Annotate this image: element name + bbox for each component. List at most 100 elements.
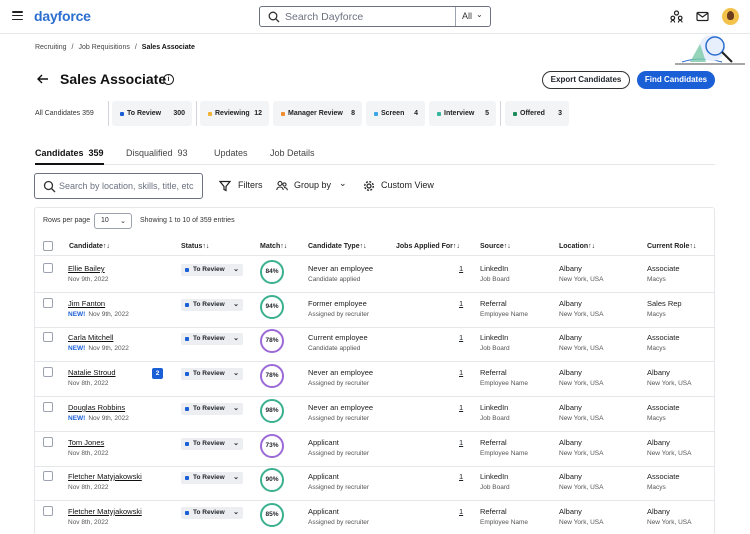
search-scope-select[interactable]: All ⌄ bbox=[455, 7, 490, 26]
candidate-name-link[interactable]: Carla Mitchell bbox=[68, 333, 113, 342]
jobs-applied-link[interactable]: 1 bbox=[459, 507, 463, 516]
jobs-applied-link[interactable]: 1 bbox=[459, 472, 463, 481]
mail-icon[interactable] bbox=[696, 10, 709, 23]
jobs-applied-link[interactable]: 1 bbox=[459, 438, 463, 447]
chevron-down-icon: ⌄ bbox=[233, 301, 239, 308]
tab-count: 359 bbox=[88, 148, 104, 158]
app-logo[interactable]: dayforce bbox=[34, 8, 91, 24]
candidate-name-link[interactable]: Fletcher Matyjakowski bbox=[68, 472, 142, 481]
select-all-checkbox[interactable] bbox=[43, 241, 53, 251]
back-arrow-icon[interactable] bbox=[37, 74, 49, 84]
filters-button[interactable]: Filters bbox=[238, 180, 263, 190]
source-sub: Job Board bbox=[480, 345, 510, 352]
table-row[interactable]: Tom Jones Nov 8th, 2022 To Review ⌄ 73% … bbox=[35, 432, 714, 467]
group-by-button[interactable]: Group by bbox=[294, 180, 331, 190]
sort-icon: ↑↓ bbox=[588, 243, 596, 250]
org-chart-icon[interactable] bbox=[670, 10, 683, 23]
row-checkbox[interactable] bbox=[43, 437, 53, 447]
row-checkbox[interactable] bbox=[43, 506, 53, 516]
jobs-applied-link[interactable]: 1 bbox=[459, 333, 463, 342]
status-dropdown[interactable]: To Review ⌄ bbox=[181, 299, 243, 311]
table-row[interactable]: Fletcher Matyjakowski Nov 8th, 2022 To R… bbox=[35, 501, 714, 534]
filter-icon[interactable] bbox=[219, 180, 231, 192]
tab-job-details[interactable]: Job Details bbox=[270, 148, 315, 158]
global-search-input[interactable]: Search Dayforce bbox=[285, 11, 363, 23]
candidate-search-input[interactable]: Search by location, skills, title, etc bbox=[59, 181, 194, 191]
column-header-candidate[interactable]: Candidate↑↓ bbox=[69, 243, 110, 250]
custom-view-button[interactable]: Custom View bbox=[381, 180, 434, 190]
stage-reviewing[interactable]: Reviewing 12 bbox=[200, 101, 269, 126]
source: LinkedIn bbox=[480, 333, 509, 342]
search-icon bbox=[268, 11, 280, 23]
column-header-location[interactable]: Location↑↓ bbox=[559, 243, 595, 250]
find-candidates-button[interactable]: Find Candidates bbox=[637, 71, 715, 89]
breadcrumb-job-requisitions[interactable]: Job Requisitions bbox=[78, 44, 129, 51]
showing-entries: Showing 1 to 10 of 359 entries bbox=[140, 217, 235, 224]
tabs-border bbox=[35, 164, 715, 165]
jobs-applied-link[interactable]: 1 bbox=[459, 264, 463, 273]
chevron-down-icon[interactable]: ⌄ bbox=[339, 178, 347, 189]
export-candidates-button[interactable]: Export Candidates bbox=[542, 71, 630, 89]
row-checkbox[interactable] bbox=[43, 367, 53, 377]
candidate-name-link[interactable]: Douglas Robbins bbox=[68, 403, 125, 412]
candidate-date: Nov 8th, 2022 bbox=[68, 380, 108, 387]
global-search[interactable]: Search Dayforce All ⌄ bbox=[259, 6, 491, 27]
candidate-name-link[interactable]: Natalie Stroud bbox=[68, 368, 116, 377]
status-dropdown[interactable]: To Review ⌄ bbox=[181, 264, 243, 276]
candidate-name-link[interactable]: Ellie Bailey bbox=[68, 264, 105, 273]
candidate-name-link[interactable]: Fletcher Matyjakowski bbox=[68, 507, 142, 516]
stage-offered[interactable]: Offered 3 bbox=[505, 101, 569, 126]
column-header-match[interactable]: Match↑↓ bbox=[260, 243, 287, 250]
tab-count: 93 bbox=[177, 148, 188, 158]
candidate-search[interactable]: Search by location, skills, title, etc bbox=[34, 173, 203, 199]
table-row[interactable]: Douglas Robbins NEW! Nov 9th, 2022 To Rev… bbox=[35, 397, 714, 432]
jobs-applied-link[interactable]: 1 bbox=[459, 368, 463, 377]
search-scope-label: All bbox=[462, 11, 473, 21]
all-candidates-count[interactable]: All Candidates 359 bbox=[35, 110, 94, 117]
row-checkbox[interactable] bbox=[43, 263, 53, 273]
jobs-applied-link[interactable]: 1 bbox=[459, 403, 463, 412]
row-checkbox[interactable] bbox=[43, 402, 53, 412]
stage-interview[interactable]: Interview 5 bbox=[429, 101, 496, 126]
settings-gear-icon[interactable] bbox=[363, 180, 375, 192]
source: LinkedIn bbox=[480, 403, 509, 412]
status-dropdown[interactable]: To Review ⌄ bbox=[181, 472, 243, 484]
table-row[interactable]: Jim Fanton NEW! Nov 9th, 2022 To Review ⌄… bbox=[35, 293, 714, 328]
menu-icon[interactable] bbox=[12, 11, 23, 21]
stage-to-review[interactable]: To Review 300 bbox=[112, 101, 192, 126]
breadcrumb: Recruiting / Job Requisitions / Sales Associ… bbox=[35, 44, 195, 51]
rows-per-page-select[interactable]: 10 ⌄ bbox=[94, 213, 132, 229]
info-icon[interactable]: i bbox=[163, 74, 174, 85]
column-header-jobs-applied[interactable]: Jobs Applied For↑↓ bbox=[396, 243, 460, 250]
column-header-source[interactable]: Source↑↓ bbox=[480, 243, 511, 250]
stage-screen[interactable]: Screen 4 bbox=[366, 101, 425, 126]
table-row[interactable]: Carla Mitchell NEW! Nov 9th, 2022 To Revi… bbox=[35, 327, 714, 362]
stage-manager-review[interactable]: Manager Review 8 bbox=[273, 101, 362, 126]
tab-disqualified[interactable]: Disqualified 93 bbox=[126, 148, 188, 158]
row-checkbox[interactable] bbox=[43, 298, 53, 308]
candidate-name-link[interactable]: Tom Jones bbox=[68, 438, 104, 447]
status-dropdown[interactable]: To Review ⌄ bbox=[181, 507, 243, 519]
tab-candidates[interactable]: Candidates 359 bbox=[35, 148, 104, 158]
column-header-status[interactable]: Status↑↓ bbox=[181, 243, 209, 250]
status-dropdown[interactable]: To Review ⌄ bbox=[181, 333, 243, 345]
row-checkbox[interactable] bbox=[43, 471, 53, 481]
breadcrumb-recruiting[interactable]: Recruiting bbox=[35, 44, 67, 51]
group-icon[interactable] bbox=[276, 180, 288, 192]
status-dropdown[interactable]: To Review ⌄ bbox=[181, 438, 243, 450]
table-row[interactable]: Ellie Bailey Nov 9th, 2022 To Review ⌄ 8… bbox=[35, 258, 714, 293]
status-dropdown[interactable]: To Review ⌄ bbox=[181, 368, 243, 380]
row-checkbox[interactable] bbox=[43, 332, 53, 342]
tab-updates[interactable]: Updates bbox=[214, 148, 248, 158]
table-row[interactable]: Fletcher Matyjakowski Nov 8th, 2022 To R… bbox=[35, 466, 714, 501]
table-row[interactable]: Natalie Stroud Nov 8th, 2022 2 To Review… bbox=[35, 362, 714, 397]
candidate-name-link[interactable]: Jim Fanton bbox=[68, 299, 105, 308]
top-bar: dayforce Search Dayforce All ⌄ bbox=[0, 0, 750, 34]
column-header-current-role[interactable]: Current Role↑↓ bbox=[647, 243, 696, 250]
status-dropdown[interactable]: To Review ⌄ bbox=[181, 403, 243, 415]
column-header-candidate-type[interactable]: Candidate Type↑↓ bbox=[308, 243, 367, 250]
user-avatar[interactable] bbox=[722, 8, 739, 25]
jobs-applied-link[interactable]: 1 bbox=[459, 299, 463, 308]
chevron-down-icon: ⌄ bbox=[233, 370, 239, 377]
stage-label: Screen bbox=[381, 110, 405, 117]
